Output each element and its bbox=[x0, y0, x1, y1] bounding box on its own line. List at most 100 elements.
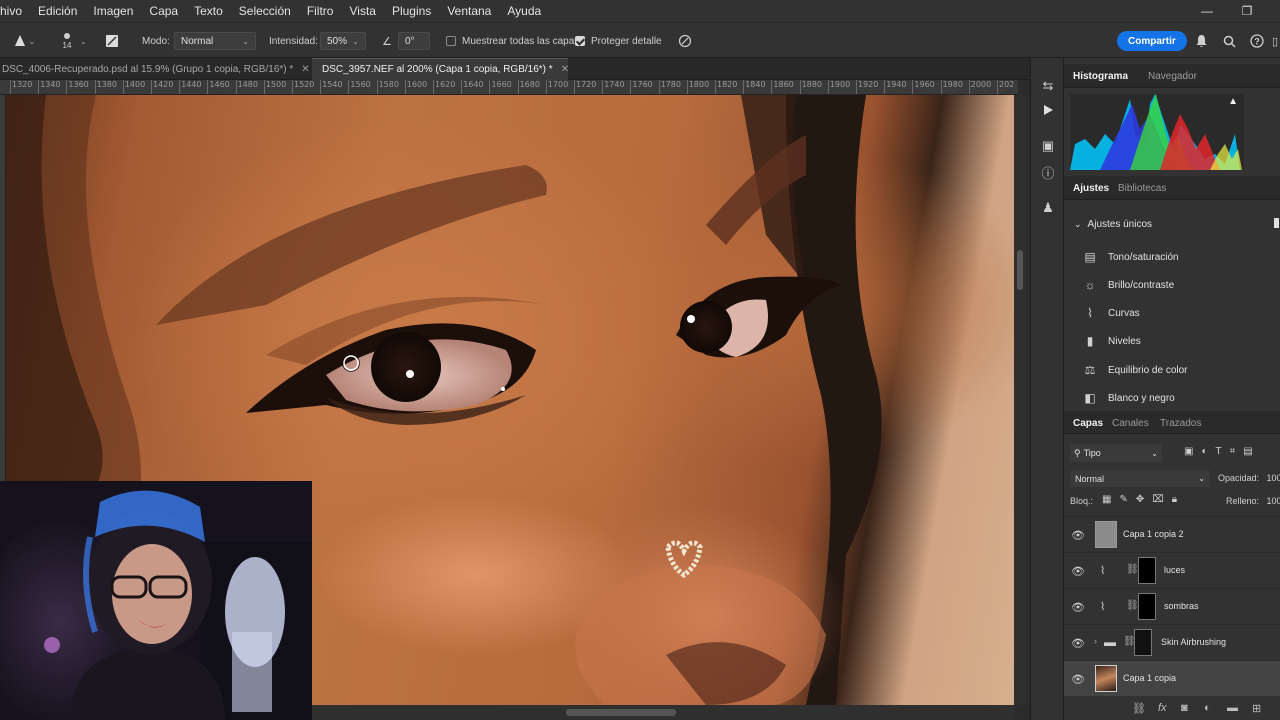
clone-source-icon[interactable]: ♟ bbox=[1038, 198, 1058, 218]
angle-input[interactable]: 0° bbox=[398, 32, 430, 50]
eye-icon[interactable]: 👁︎ bbox=[1071, 529, 1085, 542]
warning-icon[interactable]: ▲ bbox=[1228, 96, 1238, 107]
layer-name: sombras bbox=[1164, 601, 1199, 611]
layer-row[interactable]: 👁︎ Capa 1 copia 2 bbox=[1064, 516, 1280, 552]
search-icon[interactable] bbox=[1221, 23, 1237, 59]
fill-control[interactable]: Relleno: 100 bbox=[1226, 496, 1280, 506]
menu-view[interactable]: Vista bbox=[341, 4, 383, 18]
workspace-icon[interactable]: ▯ bbox=[1272, 23, 1280, 59]
filter-kind-value: Tipo bbox=[1083, 448, 1101, 458]
adjustment-curves[interactable]: ⌇ Curvas bbox=[1082, 302, 1140, 324]
chevron-right-icon[interactable]: › bbox=[1094, 636, 1097, 646]
tab-histogram[interactable]: Histograma bbox=[1073, 64, 1128, 88]
restore-button[interactable]: ❐ bbox=[1226, 0, 1268, 22]
lock-position-icon[interactable]: ✥ bbox=[1136, 494, 1144, 505]
brush-preset-picker[interactable]: 14 bbox=[54, 23, 80, 59]
menu-type[interactable]: Texto bbox=[186, 4, 231, 18]
smudge-tool-icon[interactable]: ⌄ bbox=[8, 23, 40, 59]
bell-icon[interactable] bbox=[1193, 23, 1209, 59]
history-icon[interactable]: ⇆ bbox=[1038, 76, 1058, 96]
horizontal-scrollbar[interactable] bbox=[312, 705, 1014, 720]
menu-image[interactable]: Imagen bbox=[85, 4, 141, 18]
blend-mode-select[interactable]: Normal ⌄ bbox=[1070, 470, 1210, 487]
image-filter-icon[interactable]: ▣ bbox=[1184, 446, 1193, 457]
brush-settings-icon[interactable] bbox=[103, 23, 121, 59]
opacity-value[interactable]: 100 bbox=[1267, 473, 1280, 483]
menu-filter[interactable]: Filtro bbox=[299, 4, 342, 18]
layer-filter-select[interactable]: ⚲ Tipo ⌄ bbox=[1070, 444, 1162, 462]
play-actions-icon[interactable] bbox=[1038, 100, 1058, 120]
scroll-thumb[interactable] bbox=[1017, 250, 1023, 290]
menu-help[interactable]: Ayuda bbox=[499, 4, 549, 18]
protect-detail-checkbox[interactable] bbox=[575, 36, 585, 46]
eye-icon[interactable]: 👁︎ bbox=[1071, 673, 1085, 686]
lock-all-icon[interactable]: 🔒︎ bbox=[1172, 494, 1177, 505]
minimize-button[interactable]: — bbox=[1186, 0, 1228, 22]
layer-mask-thumbnail[interactable] bbox=[1138, 593, 1156, 620]
close-icon[interactable]: ✕ bbox=[561, 64, 568, 75]
layer-mask-thumbnail[interactable] bbox=[1138, 557, 1156, 584]
fill-value[interactable]: 100 bbox=[1267, 496, 1280, 506]
link-icon[interactable]: ⛓︎ bbox=[1132, 702, 1146, 715]
folder-icon[interactable]: ▬ bbox=[1227, 702, 1238, 714]
mode-select[interactable]: Normal ⌄ bbox=[174, 32, 256, 50]
share-button[interactable]: Compartir bbox=[1117, 31, 1187, 51]
eye-icon[interactable]: 👁︎ bbox=[1071, 565, 1085, 578]
scroll-thumb[interactable] bbox=[566, 709, 676, 716]
text-filter-icon[interactable]: T bbox=[1216, 446, 1222, 457]
layer-name: luces bbox=[1164, 565, 1186, 575]
fx-icon[interactable]: fx bbox=[1158, 702, 1167, 714]
lock-transparency-icon[interactable]: ▦ bbox=[1102, 494, 1111, 505]
layer-mask-thumbnail[interactable] bbox=[1134, 629, 1152, 656]
sample-all-toggle[interactable]: Muestrear todas las capas bbox=[446, 23, 579, 59]
opacity-control[interactable]: Opacidad: 100 bbox=[1218, 473, 1280, 483]
ruler-tick: 2000 bbox=[968, 80, 992, 94]
lock-artboard-icon[interactable]: ⌧ bbox=[1152, 494, 1164, 505]
intensity-input[interactable]: 50% ⌄ bbox=[320, 32, 366, 50]
tab-channels[interactable]: Canales bbox=[1112, 411, 1149, 435]
layer-row-selected[interactable]: 👁︎ Capa 1 copia bbox=[1064, 660, 1280, 696]
chevron-down-icon[interactable]: ⌄ bbox=[80, 23, 90, 59]
menu-select[interactable]: Selección bbox=[231, 4, 299, 18]
info-icon[interactable]: ⓘ bbox=[1038, 162, 1058, 182]
panel-menu-icon[interactable] bbox=[1274, 218, 1279, 228]
mask-icon[interactable]: ◙ bbox=[1181, 702, 1188, 714]
adjustment-filter-icon[interactable]: ◐ bbox=[1201, 446, 1207, 457]
layer-group-row[interactable]: 👁︎ › ▬ ⛓︎ Skin Airbrushing bbox=[1064, 624, 1280, 660]
smart-filter-icon[interactable]: ▤ bbox=[1243, 446, 1252, 457]
tab-navigator[interactable]: Navegador bbox=[1148, 64, 1197, 88]
tab-libraries[interactable]: Bibliotecas bbox=[1118, 176, 1166, 200]
menu-file[interactable]: chivo bbox=[0, 4, 30, 18]
libraries-icon[interactable]: ▣ bbox=[1038, 136, 1058, 156]
tab-document-1[interactable]: DSC_4006-Recuperado.psd al 15.9% (Grupo … bbox=[0, 58, 310, 80]
tab-adjustments[interactable]: Ajustes bbox=[1073, 176, 1109, 200]
help-icon[interactable]: ? bbox=[1249, 23, 1265, 59]
eye-icon[interactable]: 👁︎ bbox=[1071, 637, 1085, 650]
menu-plugins[interactable]: Plugins bbox=[384, 4, 439, 18]
menu-layer[interactable]: Capa bbox=[141, 4, 186, 18]
adjustment-brightness-contrast[interactable]: ☼ Brillo/contraste bbox=[1082, 274, 1175, 296]
vertical-scrollbar[interactable] bbox=[1014, 95, 1026, 705]
tab-paths[interactable]: Trazados bbox=[1160, 411, 1201, 435]
menu-edit[interactable]: Edición bbox=[30, 4, 85, 18]
protect-detail-toggle[interactable]: Proteger detalle bbox=[575, 23, 662, 59]
adjustment-hue-saturation[interactable]: ▤ Tono/saturación bbox=[1082, 246, 1178, 268]
new-layer-icon[interactable]: ⊞ bbox=[1252, 702, 1261, 715]
tab-document-2[interactable]: DSC_3957.NEF al 200% (Capa 1 copia, RGB/… bbox=[312, 58, 568, 80]
close-icon[interactable]: ✕ bbox=[301, 64, 309, 75]
shape-filter-icon[interactable]: ⌗ bbox=[1230, 446, 1236, 457]
chevron-down-icon: ⌄ bbox=[242, 36, 249, 46]
adjustment-levels[interactable]: ▮ Niveles bbox=[1082, 330, 1141, 352]
adjustment-icon[interactable]: ◐ bbox=[1204, 702, 1211, 714]
adjustment-color-balance[interactable]: ⚖ Equilibrio de color bbox=[1082, 359, 1188, 381]
eye-icon[interactable]: 👁︎ bbox=[1071, 601, 1085, 614]
adjustment-black-white[interactable]: ◧ Blanco y negro bbox=[1082, 387, 1174, 409]
menu-window[interactable]: Ventana bbox=[439, 4, 499, 18]
tab-layers[interactable]: Capas bbox=[1073, 411, 1103, 435]
sample-all-checkbox[interactable] bbox=[446, 36, 456, 46]
layer-row[interactable]: 👁︎ ⌇ ⛓︎ luces bbox=[1064, 552, 1280, 588]
adjust-section-header[interactable]: ⌄ Ajustes únicos bbox=[1074, 213, 1152, 235]
lock-pixels-icon[interactable]: ✎ bbox=[1119, 494, 1127, 505]
layer-row[interactable]: 👁︎ ⌇ ⛓︎ sombras bbox=[1064, 588, 1280, 624]
pressure-icon[interactable] bbox=[676, 23, 694, 59]
